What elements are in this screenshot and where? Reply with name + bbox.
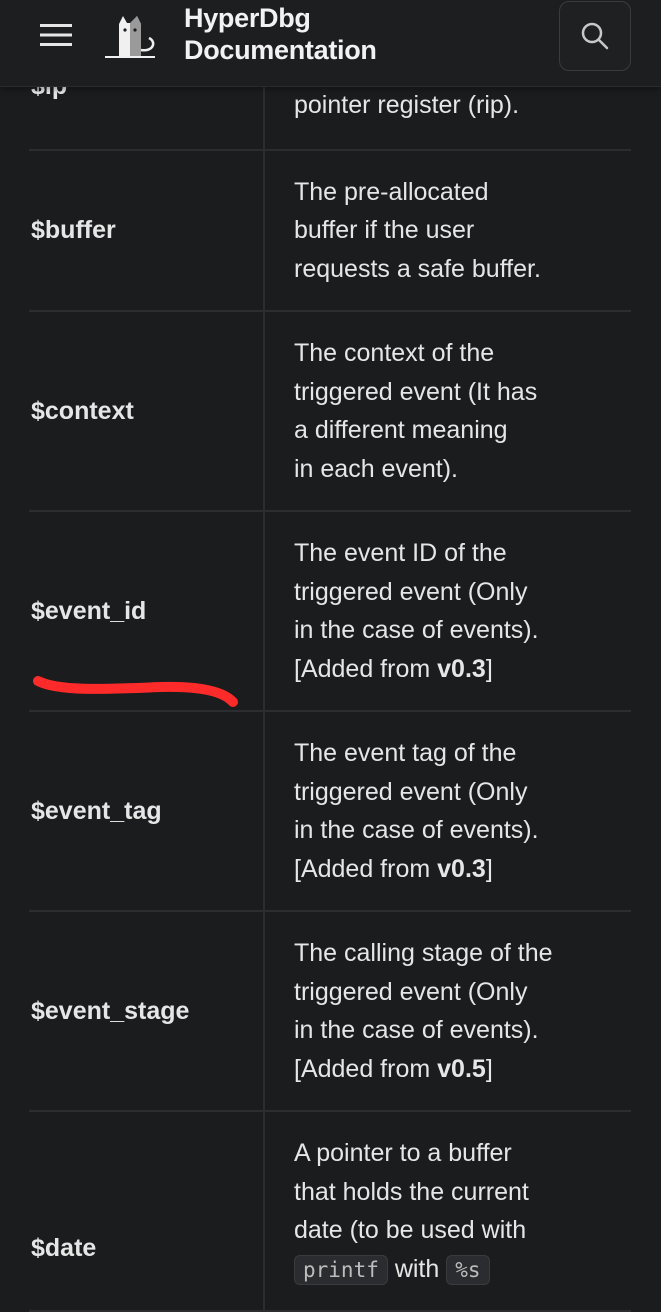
version-label: v0.3: [437, 654, 486, 683]
inline-code: %s: [446, 1254, 490, 1285]
variables-table: $ip pointer register (rip). $buffer The …: [29, 0, 631, 1312]
site-title[interactable]: HyperDbg Documentation: [184, 2, 377, 66]
top-header: HyperDbg Documentation: [0, 0, 661, 87]
version-label: v0.3: [437, 854, 486, 883]
variable-description: The calling stage of the triggered event…: [264, 911, 631, 1112]
table-row: $date A pointer to a buffer that holds t…: [29, 1111, 631, 1312]
variable-description: The event ID of the triggered event (Onl…: [264, 511, 631, 712]
table-row: $context The context of the triggered ev…: [29, 311, 631, 512]
table-row: $event_id The event ID of the triggered …: [29, 511, 631, 712]
search-button[interactable]: [559, 1, 631, 71]
main-content: $ip pointer register (rip). $buffer The …: [0, 0, 661, 1312]
variable-name: $context: [29, 311, 265, 512]
variable-name: $buffer: [29, 150, 265, 312]
hamburger-menu-icon: [40, 24, 72, 46]
menu-button[interactable]: [36, 18, 76, 52]
version-label: v0.5: [437, 1054, 486, 1083]
table-row: $buffer The pre-allocated buffer if the …: [29, 150, 631, 312]
variable-name: $event_stage: [29, 911, 265, 1112]
variable-name: $date: [29, 1111, 265, 1312]
variable-description: The pre-allocated buffer if the user req…: [264, 150, 631, 312]
table-row: $event_tag The event tag of the triggere…: [29, 711, 631, 912]
inline-code: printf: [294, 1254, 388, 1285]
variable-name: $event_id: [29, 511, 265, 712]
cat-logo-icon[interactable]: [103, 10, 165, 62]
table-row: $event_stage The calling stage of the tr…: [29, 911, 631, 1112]
variable-description: A pointer to a buffer that holds the cur…: [264, 1111, 631, 1312]
variable-description: The context of the triggered event (It h…: [264, 311, 631, 512]
variable-name: $event_tag: [29, 711, 265, 912]
search-icon: [581, 22, 609, 50]
variable-description: The event tag of the triggered event (On…: [264, 711, 631, 912]
